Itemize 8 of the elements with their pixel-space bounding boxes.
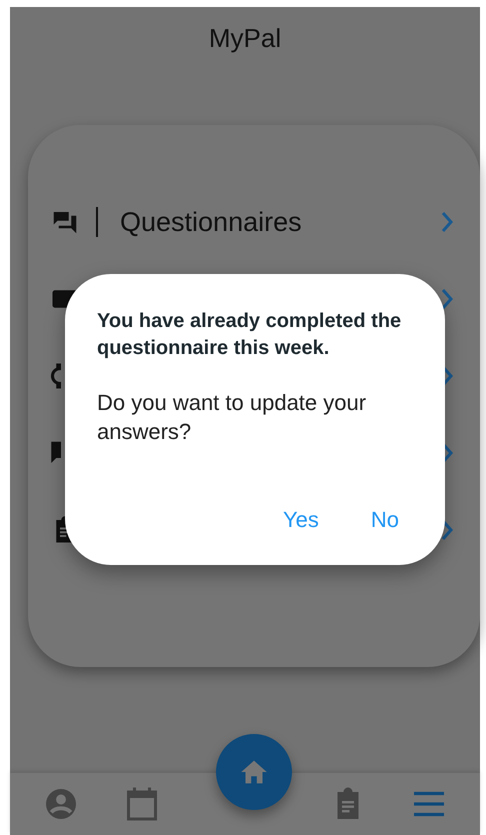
no-button[interactable]: No [364,503,405,537]
watch-icon [50,361,62,391]
yes-button[interactable]: Yes [276,503,325,537]
menu-item-label[interactable]: Questionnaires [120,206,302,238]
chevron-right-icon[interactable] [440,287,454,311]
dialog-title: You have already completed the questionnaire this week. [97,309,402,361]
app-title: MyPal [208,22,282,54]
dialog-message: Do you want to update your answers? [97,389,368,446]
